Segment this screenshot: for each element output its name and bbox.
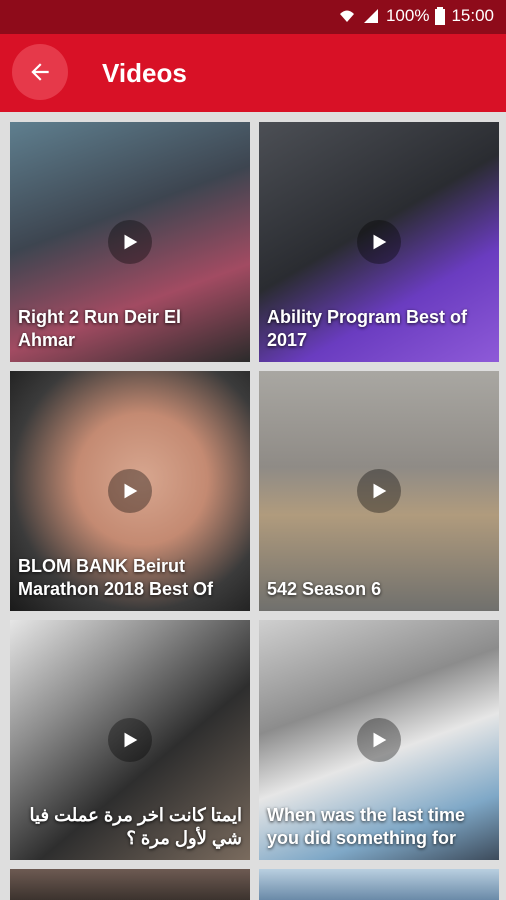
video-title: BLOM BANK Beirut Marathon 2018 Best Of	[18, 556, 214, 599]
video-card[interactable]: Right 2 Run Deir El Ahmar	[10, 122, 250, 362]
play-icon	[357, 469, 401, 513]
video-card[interactable]: BLOM BANK Beirut Marathon 2018 Best Of	[10, 371, 250, 611]
play-icon	[357, 718, 401, 762]
video-title: When was the last time you did something…	[267, 805, 466, 848]
battery-percent: 100%	[385, 6, 430, 25]
wifi-icon	[339, 10, 354, 22]
video-card[interactable]: When was the last time you did something…	[259, 620, 499, 860]
video-card[interactable]	[259, 869, 499, 900]
play-icon	[108, 220, 152, 264]
status-icons: 100% 15:00	[338, 6, 494, 26]
arrow-left-icon	[31, 63, 49, 81]
video-title: 542 Season 6	[267, 579, 382, 599]
signal-icon	[363, 9, 378, 23]
play-icon	[357, 220, 401, 264]
video-title: Right 2 Run Deir El Ahmar	[18, 307, 182, 350]
video-card[interactable]: ايمتا كانت اخر مرة عملت فيا شي لأول مرة …	[10, 620, 250, 860]
video-title: ايمتا كانت اخر مرة عملت فيا شي لأول مرة …	[29, 805, 242, 848]
status-bar: 100% 15:00	[0, 0, 506, 34]
video-card[interactable]: 542 Season 6	[259, 371, 499, 611]
play-icon	[108, 469, 152, 513]
clock: 15:00	[451, 6, 494, 25]
page-title: Videos	[102, 58, 187, 88]
play-icon	[108, 718, 152, 762]
app-bar: Videos	[0, 34, 506, 112]
battery-icon	[435, 7, 446, 25]
video-title: Ability Program Best of 2017	[267, 307, 468, 350]
back-button[interactable]	[12, 44, 68, 100]
video-card[interactable]: Ability Program Best of 2017	[259, 122, 499, 362]
video-grid: Right 2 Run Deir El Ahmar Ability Progra…	[0, 112, 506, 900]
video-card[interactable]	[10, 869, 250, 900]
